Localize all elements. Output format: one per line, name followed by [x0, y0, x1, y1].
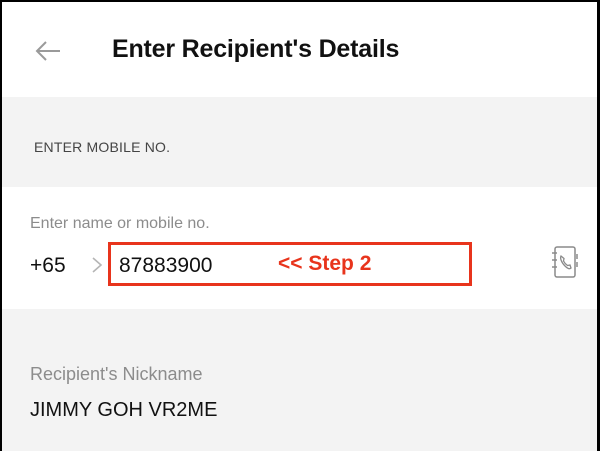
nickname-field[interactable] — [2, 337, 600, 451]
section-divider — [2, 309, 600, 337]
mobile-input-placeholder: Enter name or mobile no. — [30, 215, 210, 232]
page-title: Enter Recipient's Details — [112, 35, 400, 63]
app-header: Enter Recipient's Details — [2, 2, 600, 97]
nickname-value[interactable]: JIMMY GOH VR2ME — [30, 399, 217, 422]
nickname-label: Recipient's Nickname — [30, 364, 203, 384]
chevron-right-icon[interactable] — [90, 254, 104, 276]
screen: Enter Recipient's Details ENTER MOBILE N… — [0, 0, 600, 451]
step-annotation: << Step 2 — [278, 252, 372, 275]
mobile-section-label: ENTER MOBILE NO. — [34, 139, 171, 155]
country-code-selector[interactable]: +65 — [30, 254, 66, 278]
contacts-book-icon[interactable] — [550, 244, 580, 280]
arrow-left-icon[interactable] — [34, 40, 62, 62]
